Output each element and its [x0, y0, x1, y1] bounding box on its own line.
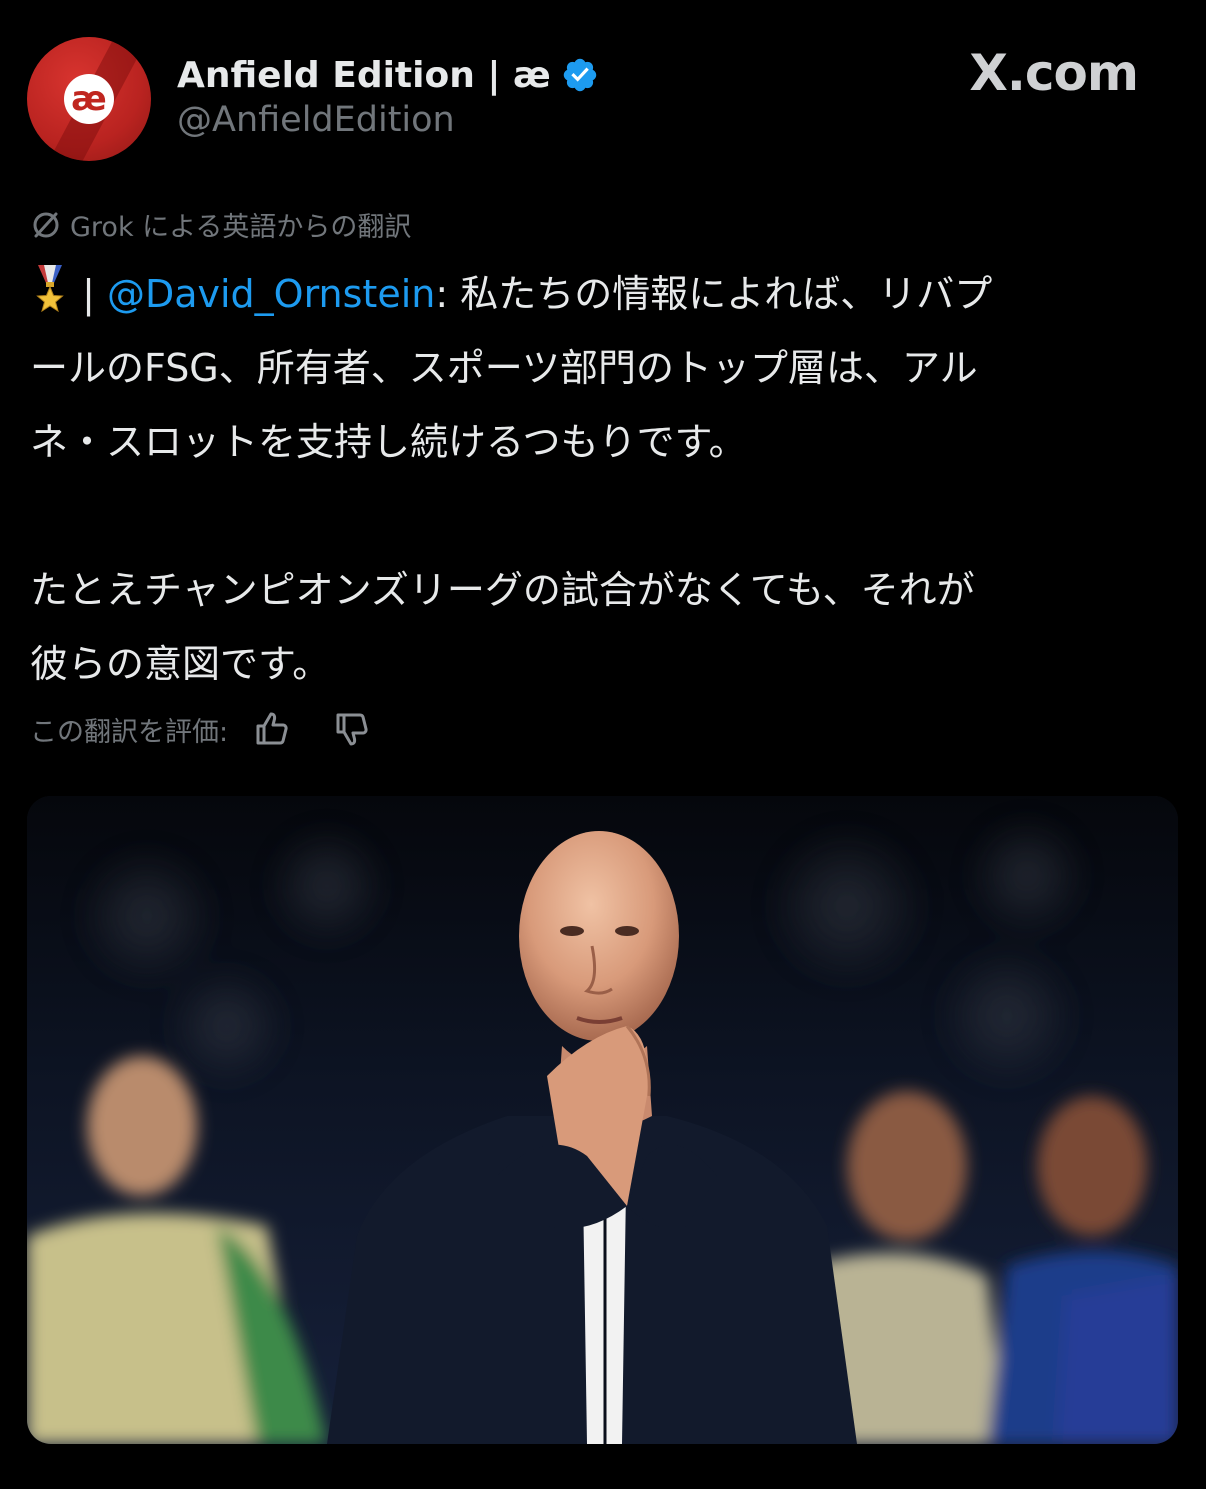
rate-translation-label: この翻訳を評価: [30, 716, 229, 748]
tweet-line-3: ネ・スロットを支持し続けるつもりです。 [30, 420, 747, 464]
tweet-line-1-text: : 私たちの情報によれば、リバプ [435, 272, 993, 316]
photo-illustration [27, 796, 1178, 1444]
tweet-line-2: ールのFSG、所有者、スポーツ部門のトップ層は、アル [30, 346, 978, 390]
medal-emoji-icon [36, 265, 64, 313]
verified-badge-icon [563, 58, 597, 92]
tweet-photo[interactable] [27, 796, 1178, 1444]
avatar-logo: æ [64, 74, 114, 124]
user-handle[interactable]: @AnfieldEdition [177, 100, 455, 140]
display-name[interactable]: Anfield Edition | æ [177, 55, 551, 96]
tweet-line-4: たとえチャンピオンズリーグの試合がなくても、それが [30, 568, 975, 612]
tweet-line-1: | @David_Ornstein: 私たちの情報によれば、リバプ [30, 257, 1180, 331]
thumbs-down-icon[interactable] [332, 709, 372, 749]
translation-rating: この翻訳を評価: [30, 705, 372, 753]
tweet-separator: | [70, 272, 107, 316]
avatar[interactable]: æ [27, 37, 151, 161]
tweet-text: | @David_Ornstein: 私たちの情報によれば、リバプ ールのFSG… [30, 257, 1180, 701]
translation-note-text: Grok による英語からの翻訳 [70, 212, 412, 243]
source-watermark: X.com [969, 44, 1139, 102]
translation-note: Grok による英語からの翻訳 [30, 205, 411, 244]
mention-link[interactable]: @David_Ornstein [107, 272, 435, 316]
thumbs-up-icon[interactable] [252, 709, 292, 749]
tweet-header: æ Anfield Edition | æ @AnfieldEdition X.… [0, 0, 1206, 180]
display-name-row[interactable]: Anfield Edition | æ [177, 50, 599, 100]
grok-icon [33, 212, 59, 237]
tweet-line-5: 彼らの意図です。 [30, 642, 331, 686]
